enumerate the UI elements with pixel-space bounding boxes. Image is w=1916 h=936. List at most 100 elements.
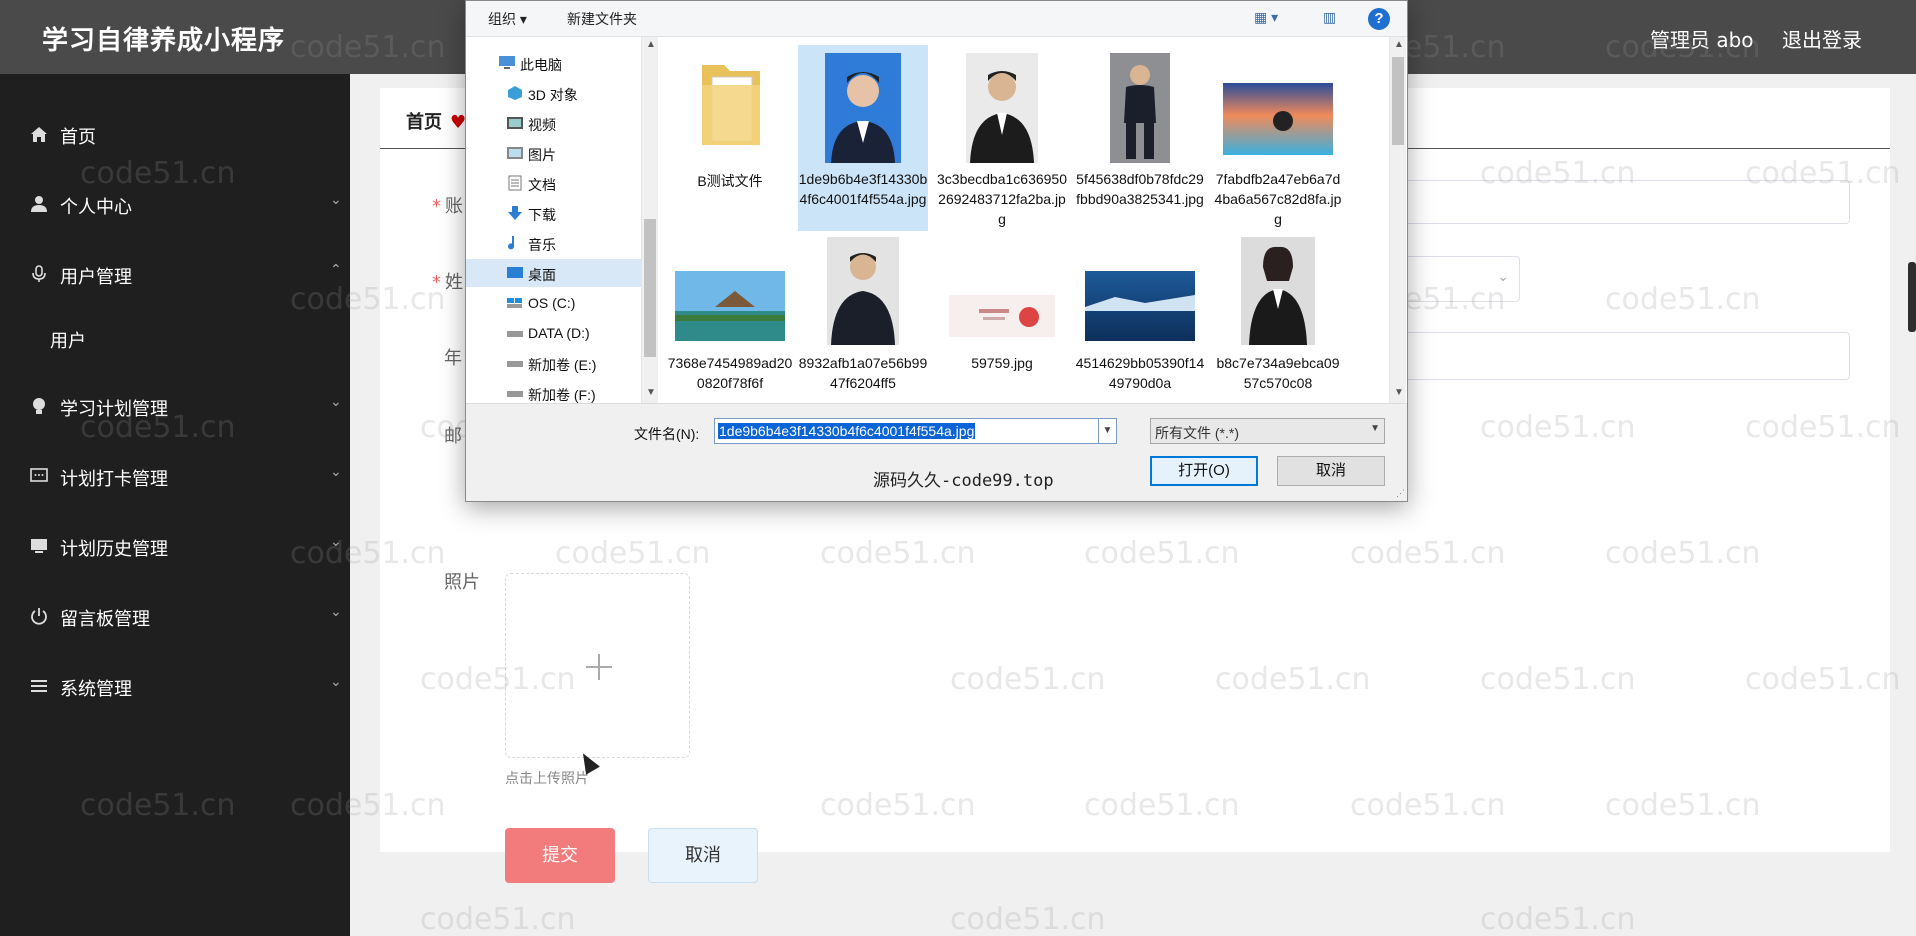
source-caption: 源码久久-code99.top	[873, 471, 1054, 491]
scroll-down-icon[interactable]: ▼	[646, 387, 656, 398]
email-label: 邮	[444, 426, 462, 447]
desktop-icon	[506, 265, 524, 281]
chevron-down-icon[interactable]: ▼	[1099, 418, 1117, 444]
picture-icon	[506, 145, 524, 161]
file-name: 7fabdfb2a47eb6a7d4ba6a567c82d8fa.jpg	[1214, 171, 1342, 227]
filename-input[interactable]: 1de9b6b4e3f14330b4f6c4001f4f554a.jpg	[714, 418, 1099, 444]
sidebar-item-system[interactable]: 系统管理 ⌄	[0, 662, 350, 712]
nav-item-drive-f[interactable]: 新加卷 (F:)	[466, 379, 641, 403]
sidebar-item-home[interactable]: 首页	[0, 110, 350, 160]
nav-item-desktop[interactable]: 桌面	[466, 259, 641, 287]
drawer-handle[interactable]	[1908, 262, 1916, 332]
sidebar-item-profile[interactable]: 个人中心 ⌄	[0, 180, 350, 230]
organize-button[interactable]: 组织 ▾	[488, 9, 527, 29]
account-input[interactable]	[1390, 180, 1850, 224]
preview-pane-icon[interactable]: ▥	[1323, 9, 1336, 26]
dialog-cancel-button[interactable]: 取消	[1277, 456, 1385, 486]
chevron-down-icon: ⌄	[1497, 269, 1509, 285]
file-name: 7368e7454989ad200820f78f6f	[667, 355, 793, 391]
sidebar-item-checkin[interactable]: 计划打卡管理 ⌄	[0, 452, 350, 502]
scroll-up-icon[interactable]: ▲	[646, 39, 656, 50]
sidebar-item-label: 学习计划管理	[60, 399, 168, 420]
sidebar-subitem-user[interactable]: 用户	[0, 314, 350, 364]
sidebar-item-label: 留言板管理	[60, 609, 150, 630]
download-icon	[506, 205, 524, 221]
scroll-thumb[interactable]	[1392, 57, 1404, 145]
nav-item-drive-e[interactable]: 新加卷 (E:)	[466, 349, 641, 377]
file-item[interactable]: 5f45638df0b78fdc29fbbd90a3825341.jpg	[1075, 45, 1205, 231]
sidebar-item-label: 计划历史管理	[60, 539, 168, 560]
nav-item-music[interactable]: 音乐	[466, 229, 641, 257]
breadcrumb-home[interactable]: 首页	[406, 112, 442, 133]
sidebar: 首页 个人中心 ⌄ 用户管理 ⌃ 用户 学习计划管理 ⌄ 计划打卡管理 ⌄ 计划…	[0, 74, 350, 936]
file-item[interactable]: 59759.jpg	[937, 233, 1067, 403]
gender-select[interactable]: ⌄	[1390, 256, 1520, 302]
file-item[interactable]: 7368e7454989ad200820f78f6f	[665, 233, 795, 403]
chevron-down-icon: ⌄	[330, 394, 342, 410]
sidebar-item-label: 计划打卡管理	[60, 469, 168, 490]
photo-thumbnail	[949, 295, 1055, 337]
files-scrollbar[interactable]: ▲ ▼	[1389, 37, 1406, 403]
file-item[interactable]: B测试文件	[665, 45, 795, 195]
file-item[interactable]: 3c3becdba1c6369502692483712fa2ba.jpg	[937, 45, 1067, 231]
heart-icon: ♥	[450, 112, 467, 133]
resize-grip-icon[interactable]: ⋰	[1396, 488, 1405, 499]
sidebar-item-study-plan[interactable]: 学习计划管理 ⌄	[0, 382, 350, 432]
help-icon[interactable]: ?	[1368, 8, 1390, 30]
nav-item-documents[interactable]: 文档	[466, 169, 641, 197]
user-icon	[28, 194, 50, 216]
music-icon	[506, 235, 524, 251]
open-button[interactable]: 打开(O)	[1150, 456, 1258, 486]
photo-upload[interactable]	[505, 573, 690, 758]
cancel-button[interactable]: 取消	[648, 828, 758, 883]
list-icon	[28, 676, 50, 698]
chevron-up-icon: ⌃	[330, 262, 342, 278]
sidebar-item-message-board[interactable]: 留言板管理 ⌄	[0, 592, 350, 642]
nav-item-drive-c[interactable]: OS (C:)	[466, 289, 641, 317]
file-name: 4514629bb05390f1449790d0a	[1075, 355, 1205, 391]
file-name: B测试文件	[697, 173, 763, 189]
computer-icon	[498, 55, 516, 71]
nav-scrollbar[interactable]: ▲ ▼	[641, 37, 658, 403]
plus-icon	[598, 654, 600, 680]
drive-icon	[506, 355, 524, 371]
mic-icon	[28, 264, 50, 286]
scroll-thumb[interactable]	[644, 219, 656, 357]
file-item[interactable]: 7fabdfb2a47eb6a7d4ba6a567c82d8fa.jpg	[1213, 45, 1343, 231]
nav-item-this-pc[interactable]: 此电脑	[466, 49, 641, 77]
age-input[interactable]	[1390, 332, 1850, 380]
file-item[interactable]: 4514629bb05390f1449790d0a	[1075, 233, 1205, 403]
file-item[interactable]: b8c7e734a9ebca0957c570c08	[1213, 233, 1343, 403]
filetype-select[interactable]: 所有文件 (*.*) ▼	[1150, 418, 1385, 444]
power-icon	[28, 606, 50, 628]
submit-button[interactable]: 提交	[505, 828, 615, 883]
nav-item-pictures[interactable]: 图片	[466, 139, 641, 167]
file-item-selected[interactable]: 1de9b6b4e3f14330b4f6c4001f4f554a.jpg	[798, 45, 928, 231]
nav-item-videos[interactable]: 视频	[466, 109, 641, 137]
monitor-icon	[28, 536, 50, 558]
filename-value: 1de9b6b4e3f14330b4f6c4001f4f554a.jpg	[718, 423, 976, 439]
nav-item-drive-d[interactable]: DATA (D:)	[466, 319, 641, 347]
photo-thumbnail	[1241, 237, 1315, 345]
nav-item-downloads[interactable]: 下载	[466, 199, 641, 227]
sidebar-item-history[interactable]: 计划历史管理 ⌄	[0, 522, 350, 572]
file-grid: B测试文件 1de9b6b4e3f14330b4f6c4001f4f554a.j…	[661, 41, 1367, 403]
scroll-down-icon[interactable]: ▼	[1394, 387, 1404, 398]
new-folder-button[interactable]: 新建文件夹	[567, 9, 637, 29]
age-label: 年	[444, 348, 462, 369]
photo-label: 照片	[444, 572, 480, 593]
folder-icon	[702, 65, 760, 145]
view-options-icon[interactable]: ▦ ▾	[1254, 9, 1278, 26]
breadcrumb: 首页 ♥	[406, 108, 466, 134]
photo-thumbnail	[675, 271, 785, 341]
chevron-down-icon: ⌄	[330, 464, 342, 480]
file-item[interactable]: 8932afb1a07e56b9947f6204ff5	[798, 233, 928, 403]
logout-link[interactable]: 退出登录	[1782, 24, 1862, 53]
bulb-icon	[28, 396, 50, 418]
windows-drive-icon	[506, 295, 524, 311]
photo-thumbnail	[1223, 83, 1333, 155]
sidebar-item-user-mgmt[interactable]: 用户管理 ⌃	[0, 250, 350, 300]
scroll-up-icon[interactable]: ▲	[1394, 39, 1404, 50]
nav-item-3d-objects[interactable]: 3D 对象	[466, 79, 641, 107]
dialog-footer: 文件名(N): 1de9b6b4e3f14330b4f6c4001f4f554a…	[466, 403, 1407, 501]
